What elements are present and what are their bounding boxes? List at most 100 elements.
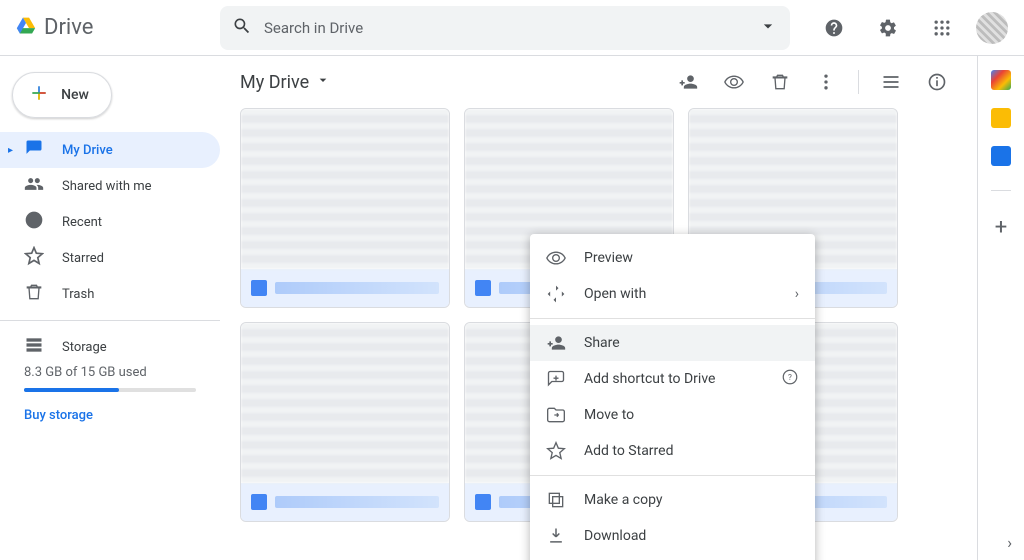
download-icon: [546, 526, 566, 546]
list-view-button[interactable]: [871, 62, 911, 102]
star-icon: [24, 246, 44, 270]
file-name-redacted: [275, 282, 439, 294]
ctx-share[interactable]: Share: [530, 325, 815, 361]
docs-icon: [251, 280, 267, 296]
storage-bar: [24, 388, 196, 392]
divider: [991, 190, 1011, 191]
search-options-icon[interactable]: [758, 16, 778, 40]
file-footer: [241, 269, 449, 307]
share-button[interactable]: [668, 62, 708, 102]
moveto-icon: [546, 405, 566, 425]
nav-trash[interactable]: Trash: [0, 276, 220, 312]
keep-app-icon[interactable]: [991, 108, 1011, 128]
storage-label: Storage: [62, 340, 107, 355]
storage-section: 8.3 GB of 15 GB used Buy storage: [0, 365, 220, 423]
nav-label: My Drive: [62, 143, 113, 158]
nav-recent[interactable]: Recent: [0, 204, 220, 240]
app-header: Drive Search in Drive: [0, 0, 1024, 56]
expand-panel-button[interactable]: ›: [1007, 533, 1012, 552]
drive-logo-icon: [16, 16, 36, 40]
preview-button[interactable]: [714, 62, 754, 102]
new-button[interactable]: New: [12, 72, 112, 118]
openwith-icon: [546, 284, 566, 304]
add-addon-button[interactable]: +: [995, 215, 1007, 240]
new-label: New: [61, 87, 89, 103]
tasks-app-icon[interactable]: [991, 146, 1011, 166]
account-avatar[interactable]: [976, 12, 1008, 44]
ctx-download[interactable]: Download: [530, 518, 815, 554]
plus-icon: [29, 83, 49, 107]
docs-icon: [475, 280, 491, 296]
search-icon: [232, 16, 252, 40]
ctx-label: Preview: [584, 250, 799, 266]
file-thumbnail: [241, 109, 449, 269]
ctx-make-copy[interactable]: Make a copy: [530, 482, 815, 518]
nav-starred[interactable]: Starred: [0, 240, 220, 276]
search-placeholder: Search in Drive: [264, 19, 758, 37]
main-pane: My Drive: [220, 56, 978, 560]
docs-icon: [251, 494, 267, 510]
header-actions: [814, 8, 1008, 48]
ctx-preview[interactable]: Preview: [530, 240, 815, 276]
storage-used-text: 8.3 GB of 15 GB used: [24, 365, 196, 380]
divider: [858, 70, 859, 94]
ctx-label: Make a copy: [584, 492, 799, 508]
delete-button[interactable]: [760, 62, 800, 102]
search-bar[interactable]: Search in Drive: [220, 6, 790, 50]
person-add-icon: [546, 333, 566, 353]
location-breadcrumb[interactable]: My Drive: [240, 72, 331, 93]
nav-label: Recent: [62, 215, 102, 230]
file-name-redacted: [275, 496, 439, 508]
ctx-add-starred[interactable]: Add to Starred: [530, 433, 815, 469]
nav-label: Shared with me: [62, 179, 152, 194]
file-card[interactable]: [240, 108, 450, 308]
storage-icon: [24, 335, 44, 359]
menu-divider: [530, 475, 815, 476]
product-name: Drive: [44, 15, 93, 40]
calendar-app-icon[interactable]: [991, 70, 1011, 90]
context-menu: Preview Open with› Share Add shortcut to…: [530, 234, 815, 560]
docs-icon: [475, 494, 491, 510]
svg-text:?: ?: [788, 373, 792, 383]
trash-icon: [24, 282, 44, 306]
star-icon: [546, 441, 566, 461]
buy-storage-link[interactable]: Buy storage: [24, 408, 196, 423]
nav-my-drive[interactable]: My Drive: [0, 132, 220, 168]
file-footer: [241, 483, 449, 521]
logo-block[interactable]: Drive: [16, 15, 220, 40]
settings-button[interactable]: [868, 8, 908, 48]
ctx-add-shortcut[interactable]: Add shortcut to Drive?: [530, 361, 815, 397]
nav-list: My Drive Shared with me Recent Starred T…: [0, 132, 220, 312]
apps-button[interactable]: [922, 8, 962, 48]
nav-shared[interactable]: Shared with me: [0, 168, 220, 204]
help-button[interactable]: [814, 8, 854, 48]
side-panel: + ›: [978, 56, 1024, 560]
ctx-label: Move to: [584, 407, 799, 423]
toolbar-actions: [668, 62, 957, 102]
file-thumbnail: [241, 323, 449, 483]
people-icon: [24, 174, 44, 198]
divider: [0, 320, 220, 321]
more-button[interactable]: [806, 62, 846, 102]
ctx-open-with[interactable]: Open with›: [530, 276, 815, 312]
ctx-label: Open with: [584, 286, 795, 302]
clock-icon: [24, 210, 44, 234]
nav-label: Trash: [62, 287, 94, 302]
storage-nav: Storage: [0, 329, 220, 365]
help-icon[interactable]: ?: [781, 368, 799, 390]
file-grid: Preview Open with› Share Add shortcut to…: [220, 108, 977, 560]
menu-divider: [530, 318, 815, 319]
details-button[interactable]: [917, 62, 957, 102]
shortcut-icon: [546, 369, 566, 389]
nav-storage[interactable]: Storage: [0, 329, 220, 365]
ctx-label: Add shortcut to Drive: [584, 371, 781, 387]
toolbar: My Drive: [220, 56, 977, 108]
file-card[interactable]: [240, 322, 450, 522]
eye-icon: [546, 248, 566, 268]
location-title: My Drive: [240, 72, 309, 93]
ctx-label: Download: [584, 528, 799, 544]
copy-icon: [546, 490, 566, 510]
chevron-right-icon: ›: [795, 286, 799, 302]
drive-icon: [24, 138, 44, 162]
ctx-move-to[interactable]: Move to: [530, 397, 815, 433]
